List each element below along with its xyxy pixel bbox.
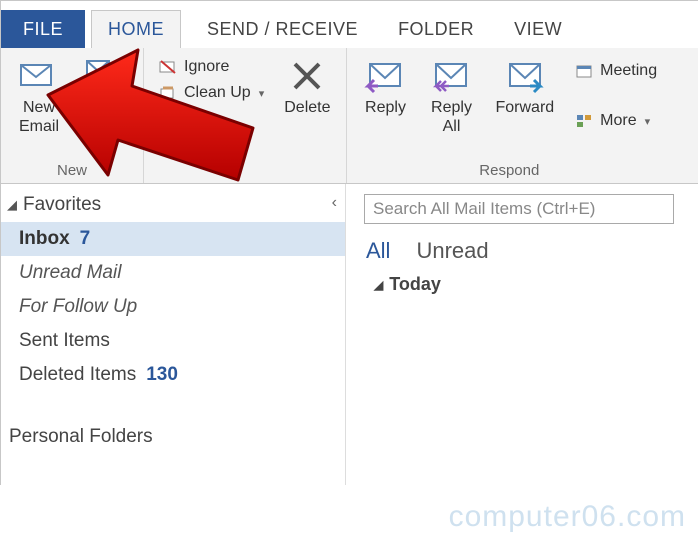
personal-folders-header[interactable]: Personal Folders — [1, 422, 345, 454]
dropdown-icon: ▾ — [259, 87, 265, 100]
twisty-down-icon: ◢ — [374, 278, 383, 292]
mail-people-icon — [83, 56, 127, 96]
broom-icon — [158, 84, 178, 102]
tab-folder[interactable]: FOLDER — [378, 10, 494, 48]
message-list-pane: Search All Mail Items (Ctrl+E) All Unrea… — [346, 184, 698, 485]
more-respond-button[interactable]: More ▾ — [570, 110, 661, 132]
reply-all-envelope-icon — [429, 56, 473, 96]
dropdown-icon: ▾ — [645, 115, 651, 128]
collapse-nav-icon[interactable]: ‹ — [332, 194, 337, 212]
clean-up-button[interactable]: Clean Up ▾ — [154, 82, 268, 104]
delete-button[interactable]: Delete — [278, 52, 336, 117]
ignore-button[interactable]: Ignore — [154, 56, 268, 78]
message-list[interactable] — [364, 295, 698, 485]
nav-sent-items[interactable]: Sent Items — [1, 324, 345, 358]
mail-icon — [17, 56, 61, 96]
favorites-header[interactable]: ◢ Favorites — [1, 190, 332, 222]
tab-view[interactable]: VIEW — [494, 10, 582, 48]
ribbon-group-delete: Ignore Clean Up ▾ nk ▾ — [144, 48, 347, 183]
junk-icon — [158, 110, 178, 128]
group-label-respond: Respond — [357, 162, 661, 181]
ribbon-group-respond: Reply Reply All Forward Meetin — [347, 48, 671, 183]
group-today[interactable]: ◢ Today — [374, 274, 698, 295]
more-icon — [574, 112, 594, 130]
forward-button[interactable]: Forward — [489, 52, 560, 117]
filter-unread[interactable]: Unread — [416, 238, 488, 264]
new-email-button[interactable]: New Email — [11, 52, 67, 136]
reply-button[interactable]: Reply — [357, 52, 413, 117]
reply-envelope-icon — [363, 56, 407, 96]
watermark: computer06.com — [449, 500, 686, 534]
nav-deleted-items[interactable]: Deleted Items 130 — [1, 358, 345, 392]
search-input[interactable]: Search All Mail Items (Ctrl+E) — [364, 194, 674, 224]
group-label-new: New — [11, 162, 133, 181]
dropdown-icon: ▾ — [209, 113, 215, 126]
nav-for-follow-up[interactable]: For Follow Up — [1, 290, 345, 324]
nav-inbox[interactable]: Inbox 7 — [1, 222, 345, 256]
twisty-down-icon: ◢ — [7, 197, 17, 213]
tab-send-receive[interactable]: SEND / RECEIVE — [187, 10, 378, 48]
meeting-button[interactable]: Meeting — [570, 60, 661, 82]
forward-envelope-icon — [503, 56, 547, 96]
calendar-icon — [574, 62, 594, 80]
tab-file[interactable]: FILE — [1, 10, 85, 48]
nav-unread-mail[interactable]: Unread Mail — [1, 256, 345, 290]
folder-nav-pane: ‹ ◢ Favorites Inbox 7 Unread Mail For Fo… — [1, 184, 346, 485]
junk-button[interactable]: nk ▾ — [154, 108, 268, 130]
ribbon-group-new: New Email New Ite New — [1, 48, 144, 183]
new-items-button[interactable]: New Ite — [77, 52, 133, 136]
ribbon-tabs: FILE HOME SEND / RECEIVE FOLDER VIEW — [0, 10, 698, 48]
tab-home[interactable]: HOME — [91, 10, 181, 48]
reply-all-button[interactable]: Reply All — [423, 52, 479, 136]
delete-x-icon — [285, 56, 329, 96]
ignore-icon — [158, 58, 178, 76]
ribbon: New Email New Ite New Ignore — [0, 48, 698, 184]
filter-all[interactable]: All — [366, 238, 390, 264]
